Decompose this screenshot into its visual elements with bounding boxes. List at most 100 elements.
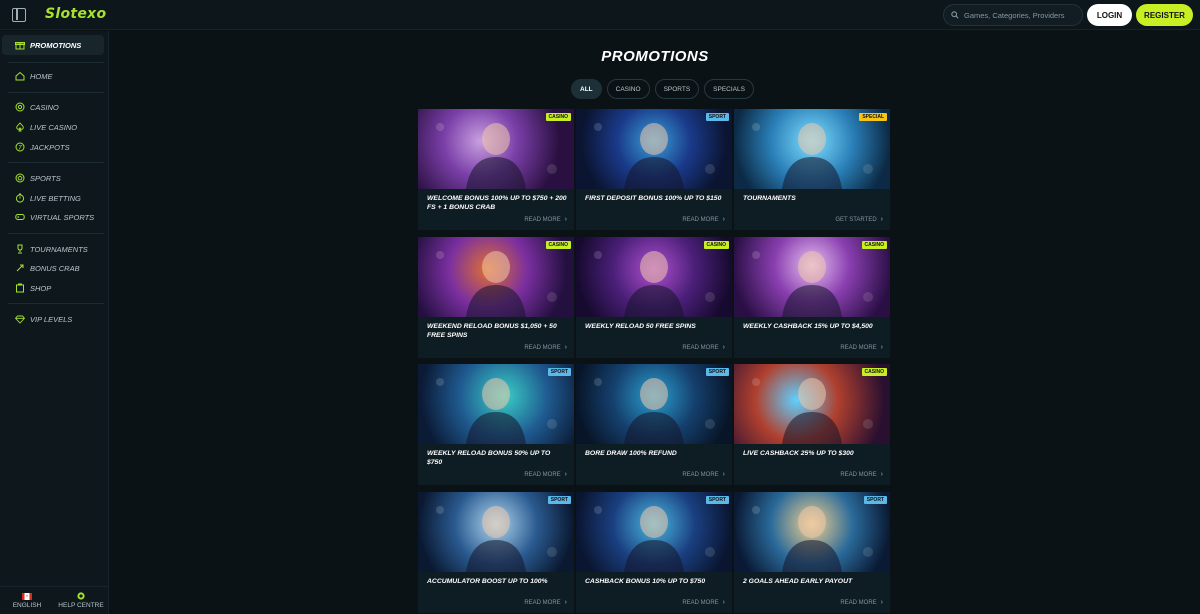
- read-more-link[interactable]: READ MORE ›: [524, 471, 567, 478]
- promo-card[interactable]: SPORT CASHBACK BONUS 10% UP TO $750 READ M…: [576, 492, 732, 613]
- cta-label: READ MORE: [682, 216, 719, 223]
- promo-title: WEEKLY CASHBACK 15% UP TO $4,500: [743, 323, 873, 330]
- promo-image: [734, 492, 890, 572]
- promo-card[interactable]: SPORT FIRST DEPOSIT BONUS 100% UP TO $150…: [576, 109, 732, 230]
- sidebar-item-label: LIVE BETTING: [30, 193, 81, 203]
- divider: [8, 233, 104, 234]
- register-button[interactable]: REGISTER: [1136, 4, 1193, 26]
- promo-image: [418, 492, 574, 572]
- promo-image: [576, 237, 732, 317]
- diamond-icon: [15, 314, 25, 324]
- promo-title: FIRST DEPOSIT BONUS 100% UP TO $150: [585, 195, 722, 202]
- sidebar-toggle-icon[interactable]: [12, 8, 26, 22]
- sidebar-item-label: SPORTS: [30, 173, 61, 183]
- chevron-right-icon: ›: [722, 216, 725, 223]
- promo-image: [576, 492, 732, 572]
- cta-label: READ MORE: [524, 599, 561, 606]
- promo-title: LIVE CASHBACK 25% UP TO $300: [743, 450, 854, 457]
- read-more-link[interactable]: READ MORE ›: [524, 216, 567, 223]
- filter-tabs: ALL CASINO SPORTS SPECIALS: [571, 79, 754, 99]
- sidebar-item-jackpots[interactable]: 7 JACKPOTS: [2, 137, 104, 157]
- cta-label: READ MORE: [524, 216, 561, 223]
- chevron-right-icon: ›: [564, 599, 567, 606]
- sidebar-item-live-casino[interactable]: LIVE CASINO: [2, 117, 104, 137]
- category-badge: CASINO: [703, 241, 729, 249]
- promo-card[interactable]: CASINO WEEKLY CASHBACK 15% UP TO $4,500 RE…: [734, 237, 890, 358]
- divider: [8, 62, 104, 63]
- category-badge: CASINO: [545, 113, 571, 121]
- read-more-link[interactable]: READ MORE ›: [840, 599, 883, 606]
- login-button[interactable]: LOGIN: [1087, 4, 1132, 26]
- read-more-link[interactable]: READ MORE ›: [840, 344, 883, 351]
- gamepad-icon: [15, 212, 25, 222]
- divider: [8, 92, 104, 93]
- sidebar-item-home[interactable]: HOME: [2, 66, 104, 86]
- promo-card[interactable]: CASINO WELCOME BONUS 100% UP TO $750 + 20…: [418, 109, 574, 230]
- read-more-link[interactable]: READ MORE ›: [840, 471, 883, 478]
- chevron-right-icon: ›: [880, 471, 883, 478]
- promo-image: [734, 109, 890, 189]
- category-badge: SPORT: [547, 368, 571, 376]
- promo-title: WEEKEND RELOAD BONUS $1,050 + 50 FREE SP…: [427, 323, 557, 339]
- sidebar-item-vip-levels[interactable]: VIP LEVELS: [2, 309, 104, 329]
- chevron-right-icon: ›: [880, 216, 883, 223]
- cta-label: READ MORE: [840, 344, 877, 351]
- help-icon: [77, 592, 85, 600]
- sidebar-item-shop[interactable]: SHOP: [2, 278, 104, 298]
- filter-casino[interactable]: CASINO: [606, 79, 650, 99]
- search-box[interactable]: [943, 4, 1083, 26]
- promo-card[interactable]: SPORT ACCUMULATOR BOOST UP TO 100% READ MO…: [418, 492, 574, 613]
- help-centre-link[interactable]: HELP CENTRE: [54, 587, 108, 614]
- cta-label: READ MORE: [840, 471, 877, 478]
- category-badge: SPORT: [705, 368, 729, 376]
- promo-card[interactable]: CASINO WEEKLY RELOAD 50 FREE SPINS READ MO…: [576, 237, 732, 358]
- search-icon: [951, 11, 959, 19]
- read-more-link[interactable]: READ MORE ›: [682, 599, 725, 606]
- search-input[interactable]: [964, 10, 1074, 20]
- filter-specials[interactable]: SPECIALS: [704, 79, 754, 99]
- promo-card[interactable]: CASINO LIVE CASHBACK 25% UP TO $300 READ M…: [734, 364, 890, 485]
- divider: [8, 303, 104, 304]
- language-label: ENGLISH: [12, 601, 42, 609]
- filter-all[interactable]: ALL: [571, 79, 602, 99]
- crab-icon: [15, 263, 25, 273]
- sidebar-item-tournaments[interactable]: TOURNAMENTS: [2, 239, 104, 259]
- stopwatch-icon: [15, 193, 25, 203]
- canada-flag-icon: [22, 592, 32, 600]
- sidebar-item-label: JACKPOTS: [30, 142, 70, 152]
- promo-image: [418, 364, 574, 444]
- sidebar-item-promotions[interactable]: PROMOTIONS: [2, 35, 104, 55]
- promo-title: 2 GOALS AHEAD EARLY PAYOUT: [743, 578, 853, 585]
- sidebar-item-casino[interactable]: CASINO: [2, 97, 104, 117]
- read-more-link[interactable]: READ MORE ›: [524, 344, 567, 351]
- promo-title: ACCUMULATOR BOOST UP TO 100%: [427, 578, 548, 585]
- promo-title: TOURNAMENTS: [743, 195, 796, 202]
- promo-card[interactable]: SPECIAL TOURNAMENTS GET STARTED ›: [734, 109, 890, 230]
- sidebar-footer: ENGLISH HELP CENTRE: [0, 586, 108, 614]
- divider: [8, 162, 104, 163]
- promo-card[interactable]: CASINO WEEKEND RELOAD BONUS $1,050 + 50 F…: [418, 237, 574, 358]
- read-more-link[interactable]: GET STARTED ›: [835, 216, 883, 223]
- promo-card[interactable]: SPORT 2 GOALS AHEAD EARLY PAYOUT READ MORE…: [734, 492, 890, 613]
- sidebar-item-bonus-crab[interactable]: BONUS CRAB: [2, 258, 104, 278]
- promo-card[interactable]: SPORT BORE DRAW 100% REFUND READ MORE ›: [576, 364, 732, 485]
- cta-label: READ MORE: [682, 599, 719, 606]
- promo-image: [734, 237, 890, 317]
- sidebar-item-live-betting[interactable]: LIVE BETTING: [2, 188, 104, 208]
- category-badge: CASINO: [861, 241, 887, 249]
- shop-icon: [15, 283, 25, 293]
- read-more-link[interactable]: READ MORE ›: [682, 216, 725, 223]
- cta-label: READ MORE: [524, 344, 561, 351]
- read-more-link[interactable]: READ MORE ›: [682, 344, 725, 351]
- sidebar-item-virtual-sports[interactable]: VIRTUAL SPORTS: [2, 207, 104, 227]
- chevron-right-icon: ›: [564, 344, 567, 351]
- sidebar-item-label: HOME: [30, 71, 53, 81]
- language-selector[interactable]: ENGLISH: [0, 587, 54, 614]
- sidebar-item-sports[interactable]: SPORTS: [2, 168, 104, 188]
- read-more-link[interactable]: READ MORE ›: [524, 599, 567, 606]
- svg-text:7: 7: [18, 144, 22, 151]
- read-more-link[interactable]: READ MORE ›: [682, 471, 725, 478]
- filter-sports[interactable]: SPORTS: [654, 79, 700, 99]
- brand-logo[interactable]: Slotexo: [45, 6, 106, 22]
- promo-card[interactable]: SPORT WEEKLY RELOAD BONUS 50% UP TO $750 R…: [418, 364, 574, 485]
